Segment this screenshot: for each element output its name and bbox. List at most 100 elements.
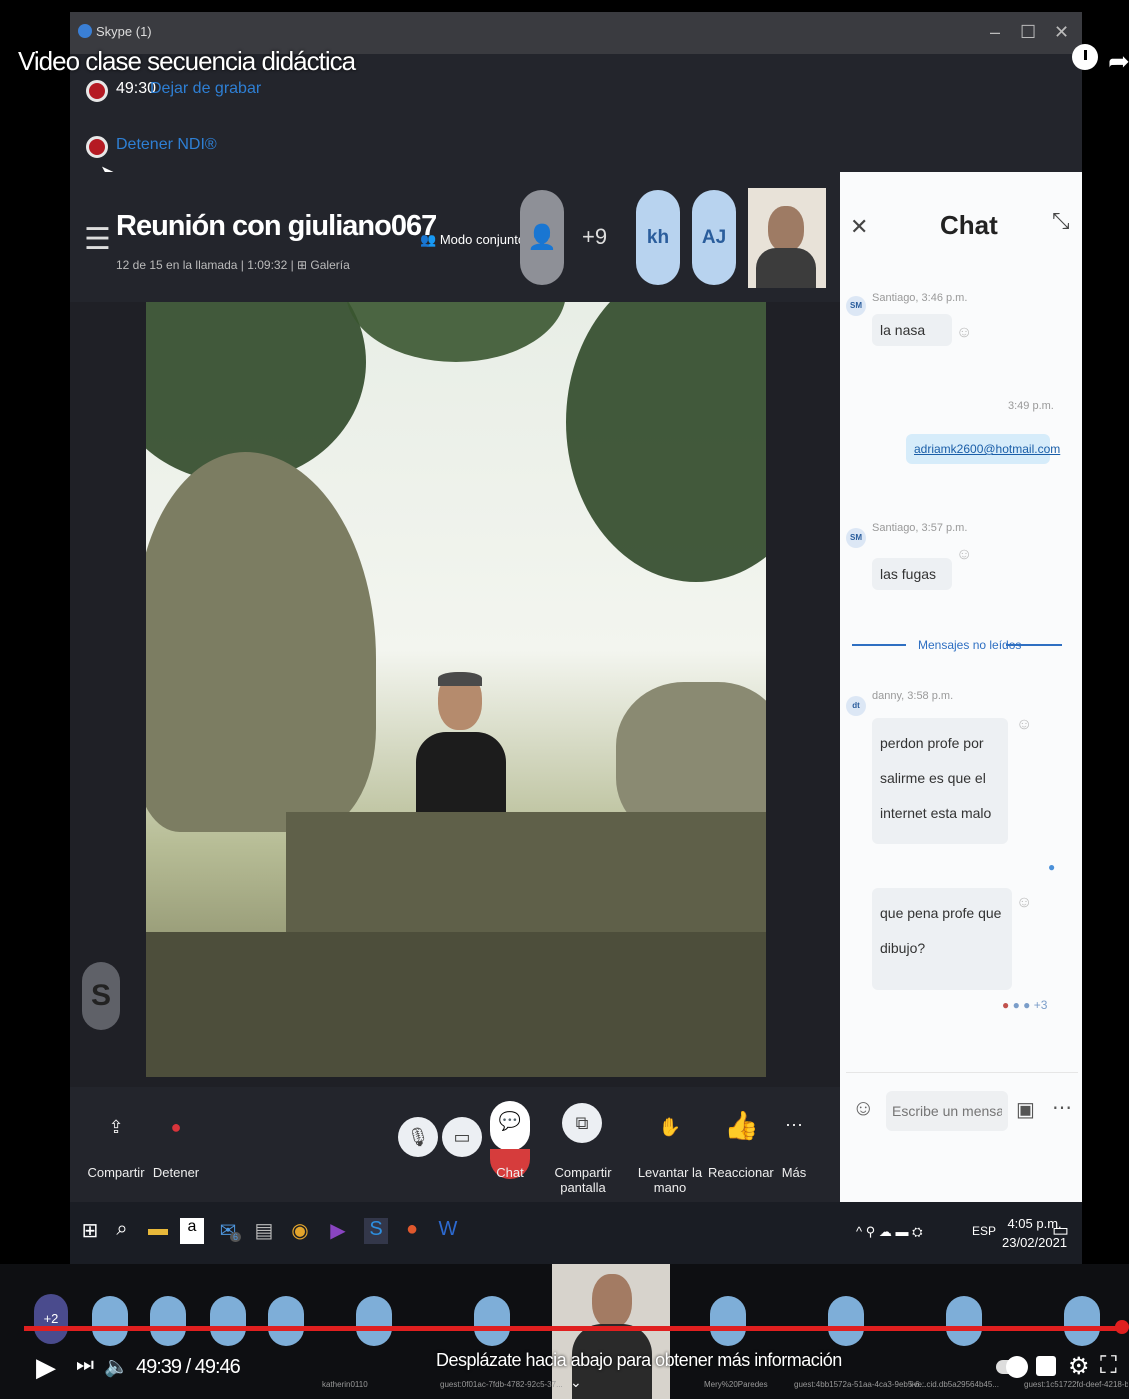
more-dots-icon[interactable]: ⋯: [782, 1115, 806, 1136]
progress-scrubber[interactable]: [1115, 1320, 1129, 1334]
participant-name: katherin0110: [322, 1380, 368, 1389]
microphone-icon: 🎙: [406, 1127, 430, 1147]
call-controls: ⇪ Compartir ● Detener 🎙 ▭ 💬 Chat ⧉ Compa…: [70, 1087, 840, 1202]
participant-avatar[interactable]: [828, 1296, 864, 1346]
participant-avatar[interactable]: [1064, 1296, 1100, 1346]
more-participants-count[interactable]: +9: [582, 224, 607, 250]
participant-avatar[interactable]: [710, 1296, 746, 1346]
composer-more-icon[interactable]: ⋯: [1052, 1095, 1072, 1120]
participant-avatar[interactable]: [92, 1296, 128, 1346]
stop-label[interactable]: Detener: [146, 1165, 206, 1180]
react-label[interactable]: Reaccionar: [708, 1165, 774, 1180]
participant-name: guest:4bb1572a-51aa-4ca3-9eb5-6...: [794, 1380, 927, 1389]
thumbs-up-icon[interactable]: 👍: [724, 1109, 759, 1142]
window-title: Skype (1): [96, 24, 152, 39]
maximize-button[interactable]: ☐: [1020, 22, 1036, 43]
participant-avatar-aj[interactable]: AJ: [692, 190, 736, 285]
scroll-hint: Desplázate hacia abajo para obtener más …: [436, 1350, 842, 1370]
chat-button[interactable]: 💬: [490, 1101, 530, 1151]
message-input[interactable]: [886, 1091, 1008, 1131]
share-icon[interactable]: ⇪: [104, 1117, 128, 1138]
unread-divider: [852, 644, 906, 646]
chat-message-own[interactable]: adriamk2600@hotmail.com: [906, 434, 1060, 464]
search-icon[interactable]: ⌕: [110, 1218, 134, 1244]
react-emoji-icon[interactable]: ☺: [1016, 716, 1032, 734]
seen-indicator-icon: ●: [1048, 860, 1056, 874]
expand-chat-icon[interactable]: ⤡: [1052, 208, 1070, 234]
powerpoint-icon[interactable]: ●: [400, 1218, 424, 1244]
mail-badge: 6: [230, 1232, 242, 1242]
autoplay-toggle[interactable]: [996, 1356, 1028, 1378]
share-arrow-icon[interactable]: ➦: [1108, 46, 1129, 77]
chat-label[interactable]: Chat: [490, 1165, 530, 1180]
camera-button[interactable]: ▭: [442, 1117, 482, 1157]
microphone-button[interactable]: 🎙: [398, 1117, 438, 1157]
message-meta: 3:49 p.m.: [1008, 400, 1054, 412]
skype-taskbar-icon[interactable]: S: [364, 1218, 388, 1244]
settings-gear-icon[interactable]: ⚙: [1068, 1352, 1090, 1381]
notifications-icon[interactable]: ▭: [1052, 1220, 1069, 1241]
attach-file-icon[interactable]: ▣: [1016, 1097, 1035, 1122]
share-screen-button[interactable]: ⧉: [562, 1103, 602, 1143]
read-receipts-more: +3: [1033, 998, 1048, 1012]
app-icon[interactable]: ▤: [252, 1218, 276, 1244]
more-participants-avatar[interactable]: +2: [34, 1294, 68, 1344]
react-emoji-icon[interactable]: ☺: [1016, 894, 1032, 912]
mail-icon[interactable]: ✉ 6: [216, 1218, 242, 1244]
raise-hand-label[interactable]: Levantar la mano: [630, 1165, 710, 1195]
together-mode-scene: [146, 302, 766, 1077]
share-screen-label[interactable]: Compartir pantalla: [538, 1165, 628, 1195]
participant-avatar[interactable]: [356, 1296, 392, 1346]
video-title: Video clase secuencia didáctica: [18, 46, 356, 76]
volume-icon[interactable]: 🔈: [104, 1354, 129, 1379]
participant-avatar[interactable]: [150, 1296, 186, 1346]
ndi-dot-icon: [86, 136, 108, 158]
together-mode-label: Modo conjunto: [439, 232, 526, 247]
skype-watermark-icon: S: [82, 962, 120, 1030]
message-meta: danny, 3:58 p.m.: [872, 690, 954, 702]
participant-avatar[interactable]: [210, 1296, 246, 1346]
menu-hamburger-icon[interactable]: ☰: [84, 222, 111, 257]
watch-later-clock-icon[interactable]: [1072, 44, 1098, 70]
meeting-header: ☰ Reunión con giuliano067 12 de 15 en la…: [70, 172, 840, 302]
language-indicator[interactable]: ESP: [972, 1224, 996, 1238]
add-participant-button[interactable]: 👤: [520, 190, 564, 285]
close-chat-icon[interactable]: ✕: [850, 214, 868, 240]
windows-taskbar: ⊞ ⌕ ▬ a ✉ 6 ▤ ◉ ▶ S ● W ^ ⚲ ☁ ▬ ⛭ ESP 4:0…: [70, 1202, 1082, 1264]
participant-avatar[interactable]: [474, 1296, 510, 1346]
close-window-button[interactable]: ✕: [1054, 22, 1069, 43]
stop-ndi-link[interactable]: Detener NDI®: [116, 136, 217, 154]
raise-hand-icon[interactable]: ✋: [658, 1117, 682, 1138]
exit-fullscreen-icon[interactable]: ⛶: [1100, 1352, 1117, 1380]
participant-avatar[interactable]: [268, 1296, 304, 1346]
file-explorer-icon[interactable]: ▬: [146, 1218, 170, 1244]
system-tray-icons[interactable]: ^ ⚲ ☁ ▬ ⛭: [856, 1224, 922, 1240]
time-display: 49:39 / 49:46: [136, 1356, 241, 1378]
stop-record-icon[interactable]: ●: [164, 1117, 188, 1138]
participant-avatar[interactable]: [946, 1296, 982, 1346]
windows-start-icon[interactable]: ⊞: [78, 1218, 102, 1244]
participant-name: live:.cid.db5a29564b45...: [910, 1380, 999, 1389]
participant-name: guest:1c51722fd-deef-4218-b2...: [1024, 1380, 1128, 1389]
chevron-down-icon[interactable]: ⌄: [570, 1374, 582, 1391]
stop-recording-link[interactable]: Dejar de grabar: [150, 80, 261, 98]
progress-bar[interactable]: [24, 1326, 1126, 1331]
skype-logo-icon: [78, 24, 92, 38]
media-player-icon[interactable]: ▶: [326, 1218, 350, 1244]
amazon-icon[interactable]: a: [180, 1218, 204, 1244]
subtitles-icon[interactable]: [1036, 1356, 1056, 1376]
play-icon[interactable]: ▶: [36, 1352, 56, 1383]
participant-avatar-kh[interactable]: kh: [636, 190, 680, 285]
more-label[interactable]: Más: [776, 1165, 812, 1180]
emoji-picker-icon[interactable]: ☺: [852, 1095, 874, 1121]
chat-icon: 💬: [498, 1111, 522, 1131]
react-emoji-icon[interactable]: ☺: [956, 324, 972, 342]
share-label[interactable]: Compartir: [86, 1165, 146, 1180]
chrome-icon[interactable]: ◉: [288, 1218, 312, 1244]
skype-window: Skype (1) – ☐ ✕ 49:30 Dejar de grabar De…: [70, 12, 1082, 1202]
participant-video: [416, 672, 506, 822]
word-icon[interactable]: W: [436, 1218, 460, 1244]
react-emoji-icon[interactable]: ☺: [956, 546, 972, 564]
next-video-icon[interactable]: ⏭: [76, 1354, 94, 1377]
minimize-button[interactable]: –: [990, 22, 1000, 43]
